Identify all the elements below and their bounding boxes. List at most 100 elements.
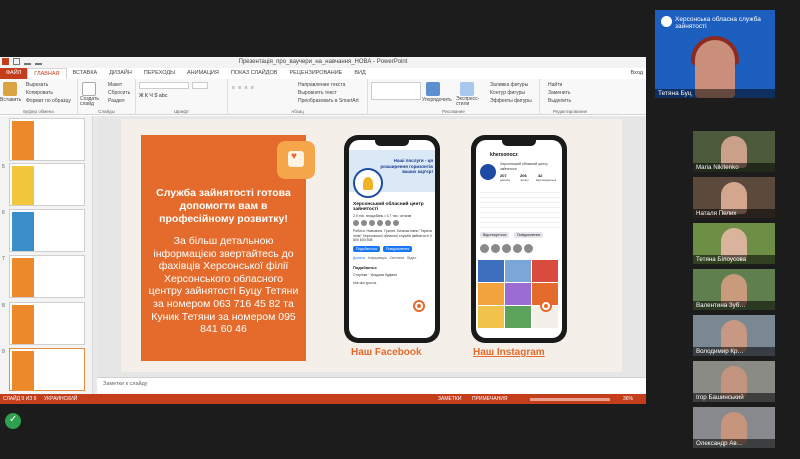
ig-bio: Херсонський обласний центр зайнятості bbox=[500, 162, 548, 171]
section-button[interactable]: Раздел bbox=[108, 98, 125, 104]
shapes-gallery[interactable] bbox=[371, 82, 421, 100]
participant-tile[interactable]: Наталя Пелих bbox=[693, 177, 775, 218]
font-family-select[interactable] bbox=[139, 82, 189, 89]
drawing-group-label: Рисование bbox=[442, 109, 465, 114]
list-buttons[interactable]: ≡ ≡ ≡ ≡ bbox=[232, 85, 255, 91]
fb-tab-video[interactable]: Відео bbox=[407, 256, 416, 260]
slide-thumbnail[interactable] bbox=[9, 118, 85, 161]
tab-insert[interactable]: ВСТАВКА bbox=[67, 68, 104, 79]
slide-thumbnail[interactable]: 7 bbox=[2, 255, 85, 298]
text-direction-button[interactable]: Направление текста bbox=[298, 82, 345, 88]
participant-name: Володимир Кр… bbox=[693, 347, 775, 356]
tab-file[interactable]: ФАЙЛ bbox=[0, 68, 28, 79]
find-button[interactable]: Найти bbox=[548, 82, 562, 88]
fb-tabs: Дописи Інформація Світлини Відео bbox=[349, 256, 435, 260]
slide-thumbnail-selected[interactable]: 9 bbox=[2, 348, 85, 391]
tab-view[interactable]: ВИД bbox=[348, 68, 371, 79]
quick-styles-icon[interactable] bbox=[460, 82, 474, 96]
slide-thumbnail[interactable]: 8 bbox=[2, 302, 85, 345]
slide-thumbnail[interactable]: 5 bbox=[2, 163, 85, 206]
facebook-phone-mockup: Наші послуги - ця розширення горизонтів … bbox=[344, 135, 440, 343]
ig-message-button[interactable]: Повідомлення bbox=[514, 232, 544, 238]
editing-group-label: Редактирование bbox=[552, 109, 588, 114]
slide-editing-area: Служба зайнятості готова допомогти вам в… bbox=[97, 116, 646, 395]
fb-page-name: Херсонський обласний центр зайнятості bbox=[353, 202, 424, 212]
slide-thumbnail[interactable]: 6 bbox=[2, 209, 85, 252]
format-painter-button[interactable]: Формат по образцу bbox=[26, 98, 71, 104]
clipboard-group-label: Буфер обмена bbox=[23, 109, 54, 114]
comments-button[interactable]: ПРИМЕЧАНИЯ bbox=[472, 396, 508, 402]
arrange-button[interactable]: Упорядочить bbox=[422, 97, 452, 103]
ig-followers-label: читачі bbox=[520, 178, 529, 182]
paste-button[interactable]: Вставить bbox=[0, 97, 21, 103]
align-text-button[interactable]: Выровнять текст bbox=[298, 90, 337, 96]
participant-tile[interactable]: Ігор Башинський bbox=[693, 361, 775, 402]
layout-button[interactable]: Макет bbox=[108, 82, 122, 88]
paragraph-group-label: Абзац bbox=[291, 109, 304, 114]
ig-follow-button[interactable]: Відстежується bbox=[480, 232, 510, 238]
participant-tile[interactable]: Maria Nikitenko bbox=[693, 131, 775, 172]
tab-transitions[interactable]: ПЕРЕХОДЫ bbox=[138, 68, 181, 79]
fb-tab-posts[interactable]: Дописи bbox=[353, 256, 365, 260]
target-icon bbox=[540, 300, 552, 312]
fb-info: Робота. Навчання. Гранти. Безкоштовно "Г… bbox=[353, 229, 432, 242]
shape-effects-button[interactable]: Эффекты фигуры bbox=[490, 98, 532, 104]
font-size-select[interactable] bbox=[192, 82, 208, 89]
fb-follower-avatars bbox=[353, 220, 399, 226]
shape-fill-button[interactable]: Заливка фигуры bbox=[490, 82, 528, 88]
login-link[interactable]: Вход bbox=[631, 70, 643, 76]
participant-tile[interactable]: Володимир Кр… bbox=[693, 315, 775, 356]
participant-name: Ігор Башинський bbox=[693, 393, 775, 402]
participant-name: Олександр Ав… bbox=[693, 439, 775, 448]
paragraph-group: Направление текста Выровнять текст Преоб… bbox=[228, 79, 368, 115]
zoom-level[interactable]: 36% bbox=[623, 396, 633, 402]
ig-posts-label: дописи bbox=[500, 178, 510, 182]
shape-outline-button[interactable]: Контур фигуры bbox=[490, 90, 525, 96]
tab-design[interactable]: ДИЗАЙН bbox=[103, 68, 138, 79]
tab-animation[interactable]: АНИМАЦИЯ bbox=[181, 68, 225, 79]
facebook-label: Наш Facebook bbox=[351, 347, 422, 358]
new-slide-icon[interactable] bbox=[82, 82, 96, 96]
editing-group: Найти Заменить Выделить Редактирование bbox=[540, 79, 600, 115]
fb-like-button[interactable]: Подобається bbox=[353, 246, 381, 252]
paste-icon[interactable] bbox=[3, 82, 17, 96]
title-bar: Презентація_про_ваучери_на_навчання_НОВА… bbox=[0, 57, 646, 68]
host-video-tile[interactable]: Херсонська обласна служба зайнятості Тет… bbox=[655, 10, 775, 98]
participant-tile[interactable]: Тетяна Білоусова bbox=[693, 223, 775, 264]
participant-tile[interactable]: Олександр Ав… bbox=[693, 407, 775, 448]
notes-pane[interactable]: Заметки к слайду bbox=[97, 377, 646, 394]
zoom-slider[interactable] bbox=[530, 398, 610, 401]
language-indicator[interactable]: УКРАИНСКИЙ bbox=[44, 396, 77, 402]
tab-home[interactable]: ГЛАВНАЯ bbox=[27, 68, 67, 79]
ig-avatar bbox=[480, 164, 496, 180]
select-button[interactable]: Выделить bbox=[548, 98, 571, 104]
reset-button[interactable]: Сбросить bbox=[108, 90, 130, 96]
new-slide-button[interactable]: Создать слайд bbox=[80, 97, 102, 107]
smartart-button[interactable]: Преобразовать в SmartArt bbox=[298, 98, 359, 104]
slide-canvas[interactable]: Служба зайнятості готова допомогти вам в… bbox=[121, 119, 622, 372]
org-logo-icon bbox=[661, 16, 672, 27]
window-title: Презентація_про_ваучери_на_навчання_НОВА… bbox=[238, 59, 408, 65]
tab-review[interactable]: РЕЦЕНЗИРОВАНИЕ bbox=[283, 68, 348, 79]
security-shield-icon[interactable] bbox=[5, 413, 21, 429]
fb-tab-photos[interactable]: Світлини bbox=[390, 256, 405, 260]
ig-post-grid bbox=[478, 260, 560, 328]
copy-button[interactable]: Копировать bbox=[26, 90, 53, 96]
participant-tile[interactable]: Валентина Зуб… bbox=[693, 269, 775, 310]
arrange-icon[interactable] bbox=[426, 82, 440, 96]
cut-button[interactable]: Вырезать bbox=[26, 82, 48, 88]
quick-styles-button[interactable]: Экспресс-стили bbox=[456, 97, 480, 107]
replace-button[interactable]: Заменить bbox=[548, 90, 570, 96]
fb-site: khe.dcz.gov.ua bbox=[353, 281, 377, 285]
fb-tab-info[interactable]: Інформація bbox=[368, 256, 387, 260]
notes-button[interactable]: ЗАМЕТКИ bbox=[438, 396, 461, 402]
participant-name: Тетяна Білоусова bbox=[693, 255, 775, 264]
fb-message-button[interactable]: Повідомлення bbox=[383, 246, 413, 252]
participant-name: Наталя Пелих bbox=[693, 209, 775, 218]
participant-name: Валентина Зуб… bbox=[693, 301, 775, 310]
font-group-label: Шрифт bbox=[174, 109, 189, 114]
slides-group: Создать слайд Макет Сбросить Раздел Слай… bbox=[78, 79, 136, 115]
tab-slideshow[interactable]: ПОКАЗ СЛАЙДОВ bbox=[225, 68, 284, 79]
powerpoint-window: Презентація_про_ваучери_на_навчання_НОВА… bbox=[0, 57, 646, 404]
slide-thumbnails-pane[interactable]: 5 6 7 8 9 bbox=[0, 116, 93, 395]
